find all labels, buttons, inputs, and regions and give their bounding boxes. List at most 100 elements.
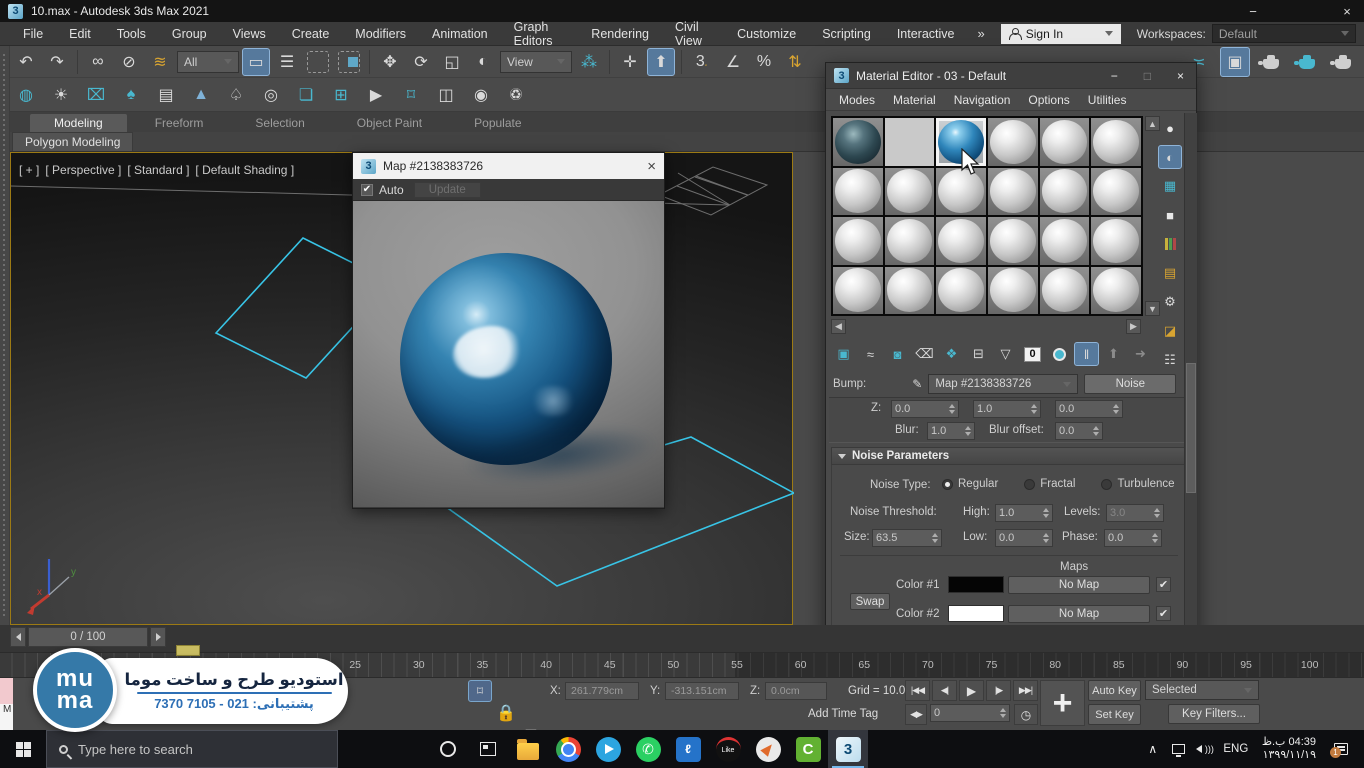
spinner-arrows-icon[interactable]: [1043, 533, 1049, 543]
parameters-scrollbar[interactable]: [1184, 113, 1197, 671]
auto-key-button[interactable]: Auto Key: [1088, 680, 1141, 701]
add-time-tag[interactable]: Add Time Tag: [808, 708, 878, 720]
swap-button[interactable]: Swap: [850, 593, 890, 610]
close-button[interactable]: ×: [1330, 0, 1364, 22]
color2-swatch[interactable]: [948, 605, 1004, 622]
layers-icon[interactable]: ❏: [292, 81, 320, 109]
previous-frame-arrow-icon[interactable]: [10, 627, 26, 647]
sun-positioner-icon[interactable]: ☀: [47, 81, 75, 109]
color1-swatch[interactable]: [948, 576, 1004, 593]
reset-map-icon[interactable]: ⌫: [912, 342, 937, 366]
material-slot-14[interactable]: [885, 217, 935, 265]
spinner-arrows-icon[interactable]: [1093, 426, 1099, 436]
plant-icon[interactable]: ♤: [222, 81, 250, 109]
snap-3d-icon[interactable]: 3˯: [688, 48, 716, 76]
telegram-button[interactable]: [588, 730, 628, 768]
material-slot-10[interactable]: [988, 168, 1038, 216]
taskbar-clock[interactable]: 04:39 ب.ظ ۱۳۹۹/۱۱/۱۹: [1256, 736, 1322, 762]
material-slot-23[interactable]: [1040, 267, 1090, 315]
percent-snap-toggle-icon[interactable]: %: [750, 48, 778, 76]
options-icon[interactable]: ⚙: [1158, 290, 1182, 314]
me-menu-material[interactable]: Material: [884, 93, 945, 107]
network-icon[interactable]: [1168, 734, 1190, 764]
camtasia-button[interactable]: C: [788, 730, 828, 768]
slots-scroll-right-icon[interactable]: ▶: [1126, 319, 1141, 334]
time-configuration-icon[interactable]: ◷: [1014, 704, 1038, 725]
go-to-end-icon[interactable]: ▶▶|: [1013, 680, 1038, 701]
next-frame-arrow-icon[interactable]: [150, 627, 166, 647]
me-close-button[interactable]: ×: [1177, 69, 1184, 83]
menu-interactive[interactable]: Interactive: [884, 22, 968, 46]
material-slot-9[interactable]: [936, 168, 986, 216]
redo-icon[interactable]: ↷: [43, 48, 71, 76]
light-icon[interactable]: ◍: [12, 81, 40, 109]
material-slot-20[interactable]: [885, 267, 935, 315]
taskbar-search-input[interactable]: Type here to search: [46, 730, 338, 768]
z-angle-spinner[interactable]: 0.0: [1055, 400, 1123, 418]
spinner-arrows-icon[interactable]: [949, 404, 955, 414]
select-and-scale-icon[interactable]: ◱: [438, 48, 466, 76]
cortana-button[interactable]: [428, 730, 468, 768]
bind-to-space-warp-icon[interactable]: ≋: [146, 48, 174, 76]
me-maximize-button[interactable]: □: [1144, 69, 1151, 83]
me-menu-utilities[interactable]: Utilities: [1079, 93, 1136, 107]
menu-tools[interactable]: Tools: [104, 22, 159, 46]
go-forward-to-sibling-icon[interactable]: ➜: [1128, 342, 1153, 366]
spinner-arrows-icon[interactable]: [932, 533, 938, 543]
material-slot-2[interactable]: [885, 118, 935, 166]
sign-in-button[interactable]: Sign In: [1001, 24, 1121, 44]
material-slot-1[interactable]: [833, 118, 883, 166]
make-unique-icon[interactable]: ❖: [939, 342, 964, 366]
material-slot-18[interactable]: [1091, 217, 1141, 265]
map-type-button[interactable]: Noise: [1084, 374, 1176, 394]
material-slot-6[interactable]: [1091, 118, 1141, 166]
z-coordinate-field[interactable]: 0.0cm: [765, 682, 827, 700]
map-window-close-icon[interactable]: ×: [647, 158, 656, 175]
update-button[interactable]: Update: [414, 182, 481, 198]
torus-icon[interactable]: ◎: [257, 81, 285, 109]
split-view-icon[interactable]: ◫: [432, 81, 460, 109]
window-crossing-toggle-icon[interactable]: [338, 51, 360, 73]
grid-list-icon[interactable]: ▤: [152, 81, 180, 109]
undo-icon[interactable]: ↶: [12, 48, 40, 76]
select-and-move-icon[interactable]: ✥: [376, 48, 404, 76]
time-slider-thumb[interactable]: [176, 645, 200, 656]
menu-edit[interactable]: Edit: [56, 22, 104, 46]
go-to-start-icon[interactable]: |◀◀: [905, 680, 930, 701]
idea-light-icon[interactable]: ♽: [502, 81, 530, 109]
menu-file[interactable]: File: [10, 22, 56, 46]
menu-civil-view[interactable]: Civil View: [662, 22, 724, 46]
spinner-arrows-icon[interactable]: [1113, 404, 1119, 414]
me-minimize-button[interactable]: −: [1111, 69, 1118, 83]
frame-indicator-value[interactable]: 0 / 100: [28, 627, 148, 647]
camera-add-icon[interactable]: ⌑: [397, 81, 425, 109]
blur-offset-spinner[interactable]: 0.0: [1055, 422, 1103, 440]
material-slot-24[interactable]: [1091, 267, 1141, 315]
show-map-in-viewport-icon[interactable]: [1047, 342, 1072, 366]
auto-update-checkbox[interactable]: ✔ Auto: [361, 183, 404, 197]
ribbon-tab-populate[interactable]: Populate: [450, 114, 545, 132]
sample-type-sphere-icon[interactable]: ●: [1158, 116, 1182, 140]
menu-overflow-icon[interactable]: »: [968, 26, 995, 41]
select-by-material-icon[interactable]: ◪: [1158, 319, 1182, 343]
tray-chevron-up-icon[interactable]: ∧: [1142, 734, 1164, 764]
material-editor-icon[interactable]: ▣: [1220, 47, 1250, 77]
selection-set-dropdown[interactable]: Selected: [1145, 680, 1259, 700]
material-slot-16[interactable]: [988, 217, 1038, 265]
render-production-icon[interactable]: [1328, 47, 1358, 77]
material-slot-7[interactable]: [833, 168, 883, 216]
render-setup-icon[interactable]: [1256, 47, 1286, 77]
backlight-icon[interactable]: ◐: [1158, 145, 1182, 169]
start-button[interactable]: [0, 730, 46, 768]
material-slot-4[interactable]: [988, 118, 1038, 166]
current-frame-spinner[interactable]: 0: [930, 704, 1010, 722]
unlink-selection-icon[interactable]: ⊘: [115, 48, 143, 76]
color1-map-enable-checkbox[interactable]: ✔: [1156, 577, 1171, 592]
blur-spinner[interactable]: 1.0: [927, 422, 975, 440]
menu-create[interactable]: Create: [279, 22, 343, 46]
speaker-icon[interactable]: ))): [1194, 734, 1216, 764]
z-tiling-spinner[interactable]: 1.0: [973, 400, 1041, 418]
spinner-arrows-icon[interactable]: [1000, 708, 1006, 718]
chrome-button[interactable]: [548, 730, 588, 768]
minimize-button[interactable]: −: [1236, 0, 1270, 22]
